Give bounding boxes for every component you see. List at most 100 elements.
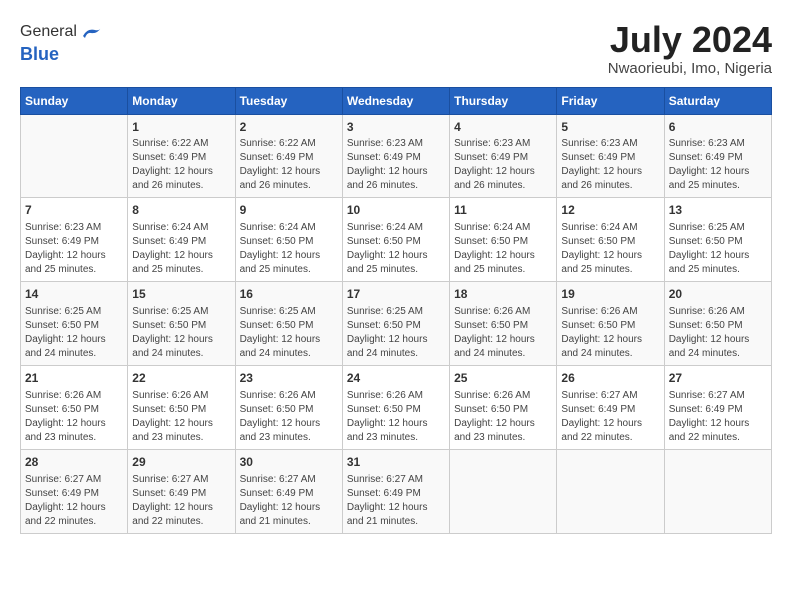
day-number: 30 xyxy=(240,454,338,471)
calendar-cell: 1Sunrise: 6:22 AM Sunset: 6:49 PM Daylig… xyxy=(128,114,235,198)
calendar-cell: 10 Sunrise: 6:24 AM Sunset: 6:50 PM Dayli… xyxy=(342,198,449,282)
logo: General Blue xyxy=(20,20,103,65)
day-number: 17 xyxy=(347,286,445,303)
day-number: 12 xyxy=(561,202,659,219)
day-number: 31 xyxy=(347,454,445,471)
day-number: 19 xyxy=(561,286,659,303)
calendar-week-row: 21Sunrise: 6:26 AM Sunset: 6:50 PM Dayli… xyxy=(21,365,772,449)
day-number: 29 xyxy=(132,454,230,471)
calendar-cell: 22 Sunrise: 6:26 AM Sunset: 6:50 PM Dayli… xyxy=(128,365,235,449)
day-number: 27 xyxy=(669,370,767,387)
logo-bird-icon xyxy=(79,20,103,44)
calendar-cell: 28 Sunrise: 6:27 AM Sunset: 6:49 PM Dayli… xyxy=(21,449,128,533)
calendar-cell: 24 Sunrise: 6:26 AM Sunset: 6:50 PM Dayli… xyxy=(342,365,449,449)
day-header-monday: Monday xyxy=(128,87,235,114)
day-info: Sunrise: 6:25 AM Sunset: 6:50 PM Dayligh… xyxy=(25,305,123,361)
day-info: Sunrise: 6:26 AM Sunset: 6:50 PM Dayligh… xyxy=(561,305,659,361)
calendar-cell: 21Sunrise: 6:26 AM Sunset: 6:50 PM Dayli… xyxy=(21,365,128,449)
calendar-cell: 26Sunrise: 6:27 AM Sunset: 6:49 PM Dayli… xyxy=(557,365,664,449)
day-number: 10 xyxy=(347,202,445,219)
day-info: Sunrise: 6:27 AM Sunset: 6:49 PM Dayligh… xyxy=(240,473,338,529)
day-info: Sunrise: 6:26 AM Sunset: 6:50 PM Dayligh… xyxy=(132,389,230,445)
day-number: 13 xyxy=(669,202,767,219)
calendar-cell: 29Sunrise: 6:27 AM Sunset: 6:49 PM Dayli… xyxy=(128,449,235,533)
calendar-cell: 25 Sunrise: 6:26 AM Sunset: 6:50 PM Dayli… xyxy=(450,365,557,449)
day-header-tuesday: Tuesday xyxy=(235,87,342,114)
day-info: Sunrise: 6:26 AM Sunset: 6:50 PM Dayligh… xyxy=(454,389,552,445)
day-info: Sunrise: 6:24 AM Sunset: 6:50 PM Dayligh… xyxy=(347,221,445,277)
day-info: Sunrise: 6:26 AM Sunset: 6:50 PM Dayligh… xyxy=(25,389,123,445)
calendar-header-row: SundayMondayTuesdayWednesdayThursdayFrid… xyxy=(21,87,772,114)
day-info: Sunrise: 6:23 AM Sunset: 6:49 PM Dayligh… xyxy=(25,221,123,277)
day-header-sunday: Sunday xyxy=(21,87,128,114)
calendar-cell xyxy=(21,114,128,198)
calendar-cell: 8Sunrise: 6:24 AM Sunset: 6:49 PM Daylig… xyxy=(128,198,235,282)
day-info: Sunrise: 6:23 AM Sunset: 6:49 PM Dayligh… xyxy=(561,137,659,193)
calendar-cell: 3Sunrise: 6:23 AM Sunset: 6:49 PM Daylig… xyxy=(342,114,449,198)
calendar-cell: 15Sunrise: 6:25 AM Sunset: 6:50 PM Dayli… xyxy=(128,282,235,366)
day-number: 20 xyxy=(669,286,767,303)
day-number: 11 xyxy=(454,202,552,219)
day-number: 24 xyxy=(347,370,445,387)
logo-general: General xyxy=(20,23,77,41)
calendar-cell xyxy=(664,449,771,533)
day-info: Sunrise: 6:27 AM Sunset: 6:49 PM Dayligh… xyxy=(669,389,767,445)
day-number: 7 xyxy=(25,202,123,219)
day-number: 1 xyxy=(132,119,230,136)
calendar-cell: 19 Sunrise: 6:26 AM Sunset: 6:50 PM Dayli… xyxy=(557,282,664,366)
day-info: Sunrise: 6:26 AM Sunset: 6:50 PM Dayligh… xyxy=(454,305,552,361)
day-info: Sunrise: 6:27 AM Sunset: 6:49 PM Dayligh… xyxy=(561,389,659,445)
day-info: Sunrise: 6:25 AM Sunset: 6:50 PM Dayligh… xyxy=(240,305,338,361)
day-header-saturday: Saturday xyxy=(664,87,771,114)
calendar-table: SundayMondayTuesdayWednesdayThursdayFrid… xyxy=(20,87,772,534)
day-number: 28 xyxy=(25,454,123,471)
calendar-week-row: 14Sunrise: 6:25 AM Sunset: 6:50 PM Dayli… xyxy=(21,282,772,366)
calendar-cell: 16Sunrise: 6:25 AM Sunset: 6:50 PM Dayli… xyxy=(235,282,342,366)
calendar-cell: 20 Sunrise: 6:26 AM Sunset: 6:50 PM Dayli… xyxy=(664,282,771,366)
logo-text-block: General Blue xyxy=(20,20,103,65)
day-info: Sunrise: 6:27 AM Sunset: 6:49 PM Dayligh… xyxy=(347,473,445,529)
calendar-cell xyxy=(450,449,557,533)
day-info: Sunrise: 6:23 AM Sunset: 6:49 PM Dayligh… xyxy=(669,137,767,193)
day-number: 18 xyxy=(454,286,552,303)
month-title: July 2024 xyxy=(608,20,772,60)
day-header-thursday: Thursday xyxy=(450,87,557,114)
day-info: Sunrise: 6:25 AM Sunset: 6:50 PM Dayligh… xyxy=(347,305,445,361)
calendar-cell: 18 Sunrise: 6:26 AM Sunset: 6:50 PM Dayli… xyxy=(450,282,557,366)
calendar-week-row: 7 Sunrise: 6:23 AM Sunset: 6:49 PM Daylig… xyxy=(21,198,772,282)
calendar-cell: 4Sunrise: 6:23 AM Sunset: 6:49 PM Daylig… xyxy=(450,114,557,198)
calendar-cell xyxy=(557,449,664,533)
calendar-cell: 13 Sunrise: 6:25 AM Sunset: 6:50 PM Dayli… xyxy=(664,198,771,282)
day-number: 25 xyxy=(454,370,552,387)
day-number: 6 xyxy=(669,119,767,136)
calendar-cell: 7 Sunrise: 6:23 AM Sunset: 6:49 PM Daylig… xyxy=(21,198,128,282)
day-info: Sunrise: 6:27 AM Sunset: 6:49 PM Dayligh… xyxy=(25,473,123,529)
day-info: Sunrise: 6:25 AM Sunset: 6:50 PM Dayligh… xyxy=(669,221,767,277)
day-number: 5 xyxy=(561,119,659,136)
day-number: 23 xyxy=(240,370,338,387)
day-number: 15 xyxy=(132,286,230,303)
calendar-cell: 27 Sunrise: 6:27 AM Sunset: 6:49 PM Dayli… xyxy=(664,365,771,449)
day-number: 3 xyxy=(347,119,445,136)
day-info: Sunrise: 6:26 AM Sunset: 6:50 PM Dayligh… xyxy=(347,389,445,445)
day-number: 4 xyxy=(454,119,552,136)
calendar-cell: 2Sunrise: 6:22 AM Sunset: 6:49 PM Daylig… xyxy=(235,114,342,198)
calendar-cell: 17 Sunrise: 6:25 AM Sunset: 6:50 PM Dayli… xyxy=(342,282,449,366)
day-info: Sunrise: 6:24 AM Sunset: 6:50 PM Dayligh… xyxy=(454,221,552,277)
day-info: Sunrise: 6:23 AM Sunset: 6:49 PM Dayligh… xyxy=(454,137,552,193)
day-info: Sunrise: 6:22 AM Sunset: 6:49 PM Dayligh… xyxy=(132,137,230,193)
calendar-cell: 5Sunrise: 6:23 AM Sunset: 6:49 PM Daylig… xyxy=(557,114,664,198)
calendar-cell: 6Sunrise: 6:23 AM Sunset: 6:49 PM Daylig… xyxy=(664,114,771,198)
logo-blue: Blue xyxy=(20,44,59,64)
day-number: 8 xyxy=(132,202,230,219)
day-info: Sunrise: 6:26 AM Sunset: 6:50 PM Dayligh… xyxy=(669,305,767,361)
day-info: Sunrise: 6:22 AM Sunset: 6:49 PM Dayligh… xyxy=(240,137,338,193)
calendar-cell: 12Sunrise: 6:24 AM Sunset: 6:50 PM Dayli… xyxy=(557,198,664,282)
day-number: 22 xyxy=(132,370,230,387)
day-info: Sunrise: 6:24 AM Sunset: 6:50 PM Dayligh… xyxy=(240,221,338,277)
calendar-cell: 31 Sunrise: 6:27 AM Sunset: 6:49 PM Dayli… xyxy=(342,449,449,533)
day-info: Sunrise: 6:26 AM Sunset: 6:50 PM Dayligh… xyxy=(240,389,338,445)
calendar-week-row: 1Sunrise: 6:22 AM Sunset: 6:49 PM Daylig… xyxy=(21,114,772,198)
calendar-cell: 23 Sunrise: 6:26 AM Sunset: 6:50 PM Dayli… xyxy=(235,365,342,449)
calendar-week-row: 28 Sunrise: 6:27 AM Sunset: 6:49 PM Dayli… xyxy=(21,449,772,533)
